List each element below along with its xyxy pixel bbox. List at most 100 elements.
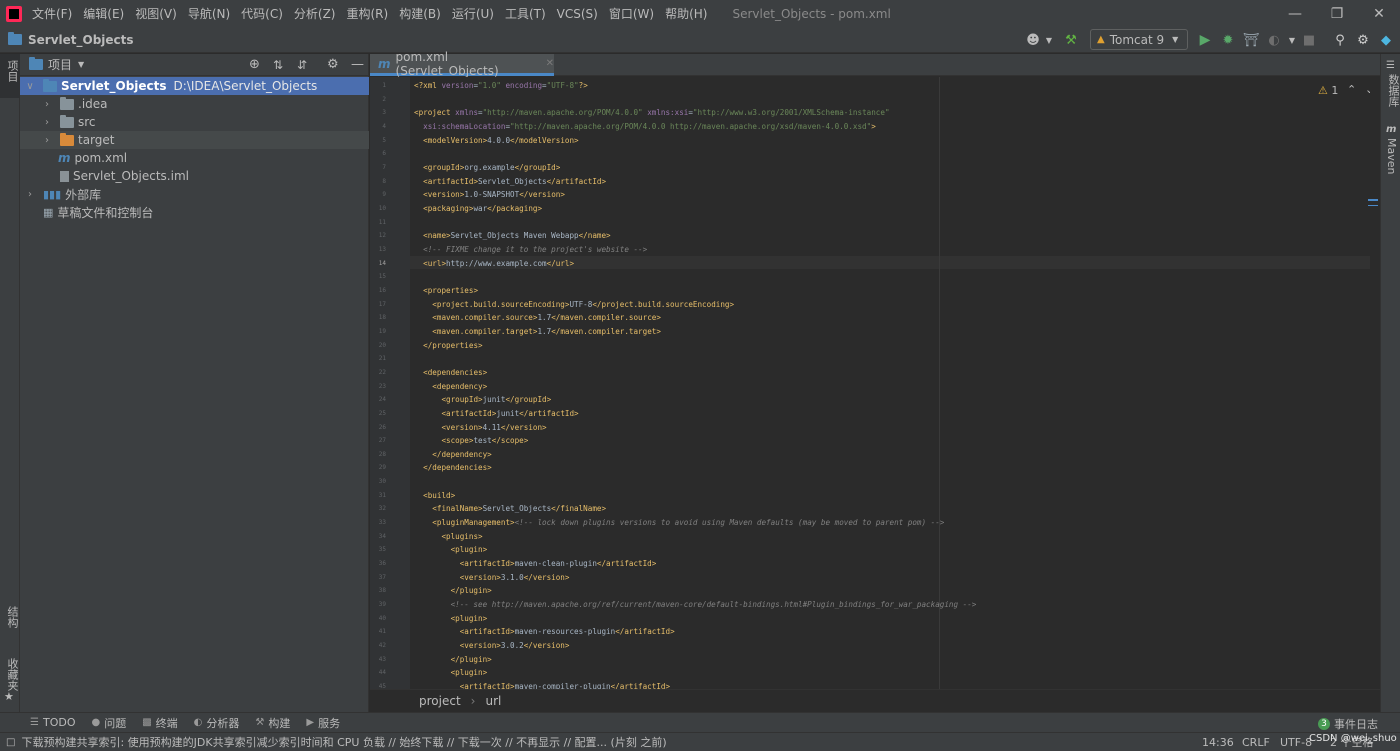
nav-project-name[interactable]: Servlet_Objects bbox=[28, 33, 134, 47]
collapse-all-icon[interactable]: ⇵ bbox=[297, 58, 307, 72]
line-number: 14 bbox=[378, 259, 386, 267]
line-number: 15 bbox=[378, 273, 386, 281]
chevron-right-icon[interactable]: › bbox=[42, 135, 52, 146]
tab-label: pom.xml (Servlet_Objects) bbox=[395, 49, 499, 78]
chevron-right-icon[interactable]: › bbox=[42, 99, 52, 110]
todo-tool-button[interactable]: ☰ TODO bbox=[30, 716, 75, 729]
code-line: </plugin> bbox=[450, 654, 492, 664]
project-panel-header: 项目 ▼ ⊕ ⇅ ⇵ ⚙ — bbox=[20, 54, 368, 76]
settings-gear-icon[interactable]: ⚙ bbox=[327, 57, 339, 72]
profiler-tool-button[interactable]: ◐ 分析器 bbox=[194, 715, 240, 731]
tree-item-target[interactable]: › target bbox=[20, 131, 369, 149]
tree-item-project-root[interactable]: ∨ Servlet_Objects D:\IDEA\Servlet_Object… bbox=[20, 77, 369, 95]
tree-item-external-libraries[interactable]: › ▮▮▮ 外部库 bbox=[20, 185, 369, 203]
run-configuration-select[interactable]: ▲ Tomcat 9 ▼ bbox=[1090, 29, 1188, 50]
search-icon[interactable]: ⚲ bbox=[1331, 31, 1349, 49]
tree-item-src[interactable]: › src bbox=[20, 113, 369, 131]
maven-tool-label[interactable]: Maven bbox=[1385, 138, 1398, 174]
code-line: <artifactId>junit</artifactId> bbox=[441, 408, 579, 418]
menu-tools[interactable]: 工具(T) bbox=[505, 5, 546, 22]
run-icon[interactable]: ▶ bbox=[1196, 31, 1214, 49]
project-view-icon bbox=[29, 57, 43, 70]
menu-navigate[interactable]: 导航(N) bbox=[188, 5, 230, 22]
code-editor[interactable]: ⚠ 1 ⌃ ⌄ <?xml version="1.0" encoding="UT… bbox=[410, 77, 1370, 689]
tree-item-scratches[interactable]: ▦ 草稿文件和控制台 bbox=[20, 203, 369, 221]
toolbox-icon[interactable]: ◆ bbox=[1377, 31, 1395, 49]
chevron-right-icon[interactable]: › bbox=[42, 117, 52, 128]
minimize-button[interactable]: — bbox=[1274, 0, 1316, 27]
menu-build[interactable]: 构建(B) bbox=[399, 5, 441, 22]
structure-tool-label[interactable]: 结构 bbox=[4, 606, 20, 628]
line-separator[interactable]: CRLF bbox=[1242, 736, 1270, 749]
tree-item-label: .idea bbox=[78, 97, 108, 111]
terminal-tool-button[interactable]: ▩ 终端 bbox=[142, 715, 177, 731]
line-number: 18 bbox=[378, 314, 386, 322]
line-number: 33 bbox=[378, 519, 386, 527]
previous-highlight-icon[interactable]: ⌃ bbox=[1347, 83, 1356, 96]
menu-vcs[interactable]: VCS(S) bbox=[557, 7, 598, 21]
chevron-right-icon[interactable]: › bbox=[25, 189, 35, 200]
line-number: 22 bbox=[378, 368, 386, 376]
menu-edit[interactable]: 编辑(E) bbox=[83, 5, 124, 22]
build-hammer-icon[interactable]: ⚒ bbox=[1062, 31, 1080, 49]
close-window-button[interactable]: ✕ bbox=[1358, 0, 1400, 27]
hide-panel-icon[interactable]: — bbox=[351, 57, 364, 72]
project-tool-button[interactable]: 项目 bbox=[0, 54, 20, 98]
line-number: 26 bbox=[378, 423, 386, 431]
module-folder-icon bbox=[43, 78, 57, 92]
tab-pom-xml[interactable]: m pom.xml (Servlet_Objects) ✕ bbox=[370, 50, 554, 78]
status-message[interactable]: 下载预构建共享索引: 使用预构建的JDK共享索引减少索引时间和 CPU 负载 /… bbox=[21, 734, 666, 750]
menu-view[interactable]: 视图(V) bbox=[135, 5, 177, 22]
stop-icon[interactable]: ■ bbox=[1300, 31, 1318, 49]
breadcrumb-project[interactable]: project bbox=[419, 694, 461, 708]
project-tool-label: 项目 bbox=[6, 60, 19, 82]
event-log-button[interactable]: 3 事件日志 bbox=[1318, 716, 1378, 732]
code-line: <artifactId>Servlet_Objects</artifactId> bbox=[423, 176, 607, 186]
database-tool-label[interactable]: 数据库 bbox=[1385, 74, 1400, 107]
breadcrumb-url[interactable]: url bbox=[485, 694, 501, 708]
chevron-down-icon[interactable]: ▼ bbox=[1283, 31, 1301, 49]
close-tab-icon[interactable]: ✕ bbox=[546, 58, 554, 69]
line-number: 7 bbox=[382, 163, 386, 171]
favorites-tool-label[interactable]: 收藏夹 bbox=[4, 658, 20, 691]
code-line: <version>3.1.0</version> bbox=[459, 572, 570, 582]
menu-analyze[interactable]: 分析(Z) bbox=[294, 5, 336, 22]
tree-item-label: src bbox=[78, 115, 96, 129]
settings-gear-icon[interactable]: ⚙ bbox=[1354, 31, 1372, 49]
menu-help[interactable]: 帮助(H) bbox=[665, 5, 707, 22]
menu-file[interactable]: 文件(F) bbox=[32, 5, 72, 22]
menu-refactor[interactable]: 重构(R) bbox=[347, 5, 389, 22]
coverage-icon[interactable]: ⛩ bbox=[1242, 31, 1260, 49]
tree-item-pom[interactable]: m pom.xml bbox=[20, 149, 369, 167]
iml-file-icon bbox=[60, 170, 69, 182]
code-line: <groupId>junit</groupId> bbox=[441, 395, 552, 405]
debug-icon[interactable]: ✹ bbox=[1219, 31, 1237, 49]
tree-item-idea[interactable]: › .idea bbox=[20, 95, 369, 113]
menu-code[interactable]: 代码(C) bbox=[241, 5, 283, 22]
line-number: 25 bbox=[378, 409, 386, 417]
warning-indicator[interactable]: ⚠ 1 bbox=[1318, 84, 1338, 97]
chevron-down-icon[interactable]: ∨ bbox=[25, 81, 35, 92]
code-line: <dependency> bbox=[432, 381, 488, 391]
menu-run[interactable]: 运行(U) bbox=[452, 5, 494, 22]
status-toggle-icon[interactable]: □ bbox=[6, 737, 15, 748]
line-number: 35 bbox=[378, 546, 386, 554]
services-tool-button[interactable]: ▶ 服务 bbox=[306, 715, 340, 731]
next-highlight-icon[interactable]: ⌄ bbox=[1365, 83, 1370, 96]
file-encoding[interactable]: UTF-8 bbox=[1280, 736, 1312, 749]
chevron-down-icon[interactable]: ▼ bbox=[1040, 31, 1058, 49]
tool-windows-bar: ☰ TODO ● 问题 ▩ 终端 ◐ 分析器 ⚒ 构建 ▶ 服务 3 事件日志 bbox=[0, 712, 1400, 732]
chevron-down-icon[interactable]: ▼ bbox=[78, 60, 84, 69]
tree-item-iml[interactable]: Servlet_Objects.iml bbox=[20, 167, 369, 185]
caret-position[interactable]: 14:36 bbox=[1202, 736, 1234, 749]
problems-tool-button[interactable]: ● 问题 bbox=[91, 715, 126, 731]
project-root-label: Servlet_Objects bbox=[61, 79, 167, 93]
profile-icon[interactable]: ◐ bbox=[1265, 31, 1283, 49]
line-number: 39 bbox=[378, 601, 386, 609]
expand-all-icon[interactable]: ⇅ bbox=[273, 58, 283, 72]
maximize-button[interactable]: ❐ bbox=[1316, 0, 1358, 27]
project-view-label[interactable]: 项目 bbox=[48, 56, 72, 73]
locate-target-icon[interactable]: ⊕ bbox=[249, 57, 260, 72]
menu-window[interactable]: 窗口(W) bbox=[609, 5, 654, 22]
build-tool-button[interactable]: ⚒ 构建 bbox=[255, 715, 290, 731]
